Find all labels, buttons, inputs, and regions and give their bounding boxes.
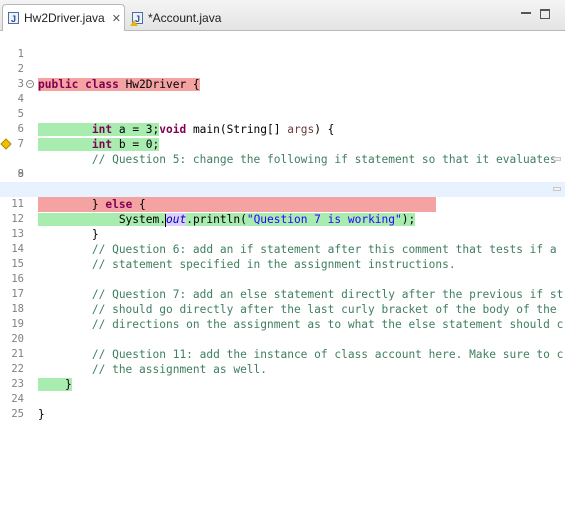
code-line: 8 if(a < b) { (0, 137, 565, 196)
code-line: 12 } (0, 197, 565, 241)
line-number: 25 (11, 408, 24, 420)
code-line: 17 // should go directly after the last … (0, 272, 565, 316)
code-line: 2 public class Hw2Driver { (0, 47, 565, 91)
overview-marker[interactable] (553, 187, 561, 191)
code-line: 25 (0, 392, 565, 420)
current-code-line: 11 System.out.println("Question 7 is wor… (0, 182, 565, 227)
code-line: 22 } (0, 347, 565, 391)
code-line: 15 (0, 242, 565, 270)
code-line: 10 } else { (0, 167, 565, 212)
code-line: 16 // Question 7: add an else statement … (0, 257, 565, 301)
overview-marker[interactable] (553, 157, 561, 161)
java-file-warning-icon: J (130, 11, 143, 26)
close-icon[interactable]: ✕ (112, 12, 121, 25)
code-line: 23 (0, 362, 565, 390)
tab-label: *Account.java (148, 10, 222, 25)
code-editor[interactable]: 1 2 public class Hw2Driver { 3 4 − publi… (0, 31, 565, 516)
code-line: 20 // Question 11: add the instance of c… (0, 317, 565, 361)
code-line: 1 (0, 32, 565, 60)
minimize-icon[interactable] (521, 12, 531, 14)
maximize-icon[interactable] (540, 9, 550, 19)
tab-account[interactable]: J *Account.java (128, 4, 238, 31)
code-line: 18 // directions on the assignment as to… (0, 287, 565, 331)
code-line: 4 − public static void main(String[] arg… (0, 77, 565, 136)
fold-toggle-icon[interactable]: − (26, 80, 34, 88)
code-line: 6 int b = 0; (0, 107, 565, 151)
breakpoint-icon[interactable] (0, 138, 12, 150)
code-line: 5 int a = 3; (0, 92, 565, 136)
code-line: 24 } (0, 377, 565, 421)
code-line: 3 (0, 62, 565, 90)
code-line: 13 // Question 6: add an if statement af… (0, 212, 565, 256)
editor-tab-bar: J Hw2Driver.java ✕ J *Account.java (0, 0, 565, 31)
tab-hw2driver[interactable]: J Hw2Driver.java ✕ (2, 4, 125, 31)
code-line: 14 // statement specified in the assignm… (0, 227, 565, 271)
code-line: 19 (0, 302, 565, 330)
code-line: 7 // Question 5: change the following if… (0, 122, 565, 166)
java-file-icon: J (8, 12, 19, 24)
line-code: } (38, 408, 45, 421)
code-line: 9 System.out.println("Question 6 is not … (0, 152, 565, 197)
tab-label: Hw2Driver.java (24, 11, 105, 25)
code-line: 21 // the assignment as well. (0, 332, 565, 376)
